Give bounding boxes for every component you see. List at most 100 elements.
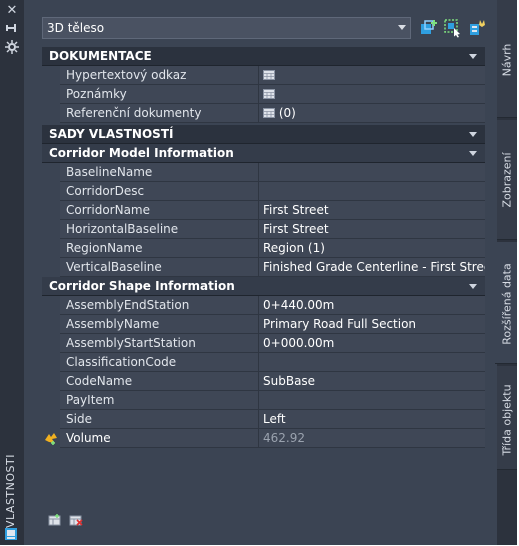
calculated-property-icon bbox=[45, 433, 57, 445]
tab-trida-objektu[interactable]: Třída objektu bbox=[497, 366, 517, 470]
property-name: Side bbox=[60, 410, 259, 428]
property-name: CorridorName bbox=[60, 201, 259, 219]
property-name: VerticalBaseline bbox=[60, 258, 259, 276]
properties-palette: ✕ VLASTNOSTI 3D těleso DOKUMENTACE Hyper… bbox=[0, 0, 517, 545]
property-name: BaselineName bbox=[60, 163, 259, 181]
section-title: Corridor Model Information bbox=[49, 146, 234, 160]
row-gutter bbox=[42, 239, 60, 258]
table-icon[interactable] bbox=[263, 69, 275, 80]
properties-grid: DOKUMENTACE Hypertextový odkaz Poznámky bbox=[42, 47, 485, 448]
property-value[interactable]: First Street bbox=[260, 201, 485, 219]
property-row[interactable]: AssemblyEndStation 0+440.00m bbox=[42, 296, 485, 315]
object-type-dropdown[interactable]: 3D těleso bbox=[42, 17, 411, 39]
chevron-down-icon[interactable] bbox=[469, 284, 477, 289]
property-value[interactable]: SubBase bbox=[260, 372, 485, 390]
property-value[interactable]: Left bbox=[260, 410, 485, 428]
row-gutter bbox=[42, 334, 60, 353]
section-dokumentace[interactable]: DOKUMENTACE bbox=[42, 47, 485, 66]
property-value[interactable] bbox=[260, 66, 485, 84]
autohide-icon[interactable] bbox=[4, 22, 20, 36]
chevron-down-icon[interactable] bbox=[469, 54, 477, 59]
quick-select-button[interactable] bbox=[467, 18, 487, 38]
property-value[interactable]: (0) bbox=[260, 104, 485, 122]
close-icon[interactable]: ✕ bbox=[4, 4, 20, 18]
palette-vertical-title: VLASTNOSTI bbox=[4, 454, 17, 528]
section-title: DOKUMENTACE bbox=[49, 49, 152, 63]
section-sady-vlastnosti[interactable]: SADY VLASTNOSTÍ bbox=[42, 125, 485, 144]
property-name: Referenční dokumenty bbox=[60, 104, 259, 122]
property-value[interactable]: First Street bbox=[260, 220, 485, 238]
property-value[interactable] bbox=[260, 163, 485, 181]
section-title: Corridor Shape Information bbox=[49, 279, 235, 293]
palette-title-bar[interactable]: ✕ VLASTNOSTI bbox=[0, 0, 24, 545]
property-row[interactable]: AssemblyName Primary Road Full Section bbox=[42, 315, 485, 334]
row-gutter bbox=[42, 182, 60, 201]
select-objects-button[interactable] bbox=[443, 18, 463, 38]
row-gutter bbox=[42, 410, 60, 429]
tab-label: Návrh bbox=[500, 43, 514, 77]
row-gutter bbox=[42, 220, 60, 239]
palette-tabs: Návrh Zobrazení Rozšířená data Třída obj… bbox=[495, 0, 517, 545]
property-name: Hypertextový odkaz bbox=[60, 66, 259, 84]
property-row[interactable]: CorridorDesc bbox=[42, 182, 485, 201]
table-icon[interactable] bbox=[263, 107, 275, 118]
row-gutter bbox=[42, 353, 60, 372]
property-name: RegionName bbox=[60, 239, 259, 257]
tab-zobrazeni[interactable]: Zobrazení bbox=[497, 120, 517, 240]
tab-navrh[interactable]: Návrh bbox=[497, 0, 517, 118]
property-row[interactable]: RegionName Region (1) bbox=[42, 239, 485, 258]
property-row[interactable]: PayItem bbox=[42, 391, 485, 410]
reference-count: (0) bbox=[278, 106, 296, 120]
property-row[interactable]: Hypertextový odkaz bbox=[42, 66, 485, 85]
property-value[interactable] bbox=[260, 85, 485, 103]
property-name: PayItem bbox=[60, 391, 259, 409]
property-row[interactable]: CodeName SubBase bbox=[42, 372, 485, 391]
row-gutter bbox=[42, 66, 60, 85]
property-row[interactable]: Side Left bbox=[42, 410, 485, 429]
chevron-down-icon bbox=[398, 25, 406, 30]
property-row[interactable]: HorizontalBaseline First Street bbox=[42, 220, 485, 239]
tab-label: Zobrazení bbox=[500, 152, 514, 208]
chevron-down-icon[interactable] bbox=[469, 132, 477, 137]
section-title: SADY VLASTNOSTÍ bbox=[49, 127, 174, 141]
chevron-down-icon[interactable] bbox=[469, 151, 477, 156]
property-row[interactable]: AssemblyStartStation 0+000.00m bbox=[42, 334, 485, 353]
property-value[interactable] bbox=[260, 391, 485, 409]
property-value[interactable]: Finished Grade Centerline - First Street bbox=[260, 258, 485, 276]
toggle-pickadd-button[interactable] bbox=[419, 18, 439, 38]
property-value[interactable]: 0+440.00m bbox=[260, 296, 485, 314]
property-value[interactable] bbox=[260, 353, 485, 371]
properties-menu-icon[interactable] bbox=[4, 40, 20, 54]
tab-rozsirena-data[interactable]: Rozšířená data bbox=[495, 242, 517, 364]
property-name: HorizontalBaseline bbox=[60, 220, 259, 238]
row-gutter bbox=[42, 258, 60, 277]
property-value[interactable] bbox=[260, 182, 485, 200]
section-corridor-model[interactable]: Corridor Model Information bbox=[42, 144, 485, 163]
row-gutter bbox=[42, 391, 60, 410]
property-value[interactable]: Primary Road Full Section bbox=[260, 315, 485, 333]
object-type-value: 3D těleso bbox=[47, 21, 105, 35]
section-corridor-shape[interactable]: Corridor Shape Information bbox=[42, 277, 485, 296]
property-value[interactable]: 0+000.00m bbox=[260, 334, 485, 352]
property-row[interactable]: ClassificationCode bbox=[42, 353, 485, 372]
row-gutter bbox=[42, 201, 60, 220]
property-row[interactable]: CorridorName First Street bbox=[42, 201, 485, 220]
property-row-volume[interactable]: Volume 462.92 bbox=[42, 429, 485, 448]
property-name: AssemblyName bbox=[60, 315, 259, 333]
property-row[interactable]: Referenční dokumenty (0) bbox=[42, 104, 485, 123]
row-gutter bbox=[42, 104, 60, 123]
row-gutter bbox=[42, 163, 60, 182]
table-view-icon[interactable] bbox=[48, 514, 62, 529]
table-icon[interactable] bbox=[263, 88, 275, 99]
row-gutter bbox=[42, 85, 60, 104]
property-value[interactable]: Region (1) bbox=[260, 239, 485, 257]
property-row[interactable]: BaselineName bbox=[42, 163, 485, 182]
property-row[interactable]: VerticalBaseline Finished Grade Centerlin… bbox=[42, 258, 485, 277]
palette-icon bbox=[4, 527, 18, 541]
delete-property-set-icon[interactable] bbox=[69, 514, 83, 529]
property-name: Volume bbox=[60, 429, 259, 447]
property-name: Poznámky bbox=[60, 85, 259, 103]
property-name: CorridorDesc bbox=[60, 182, 259, 200]
property-name: AssemblyEndStation bbox=[60, 296, 259, 314]
property-row[interactable]: Poznámky bbox=[42, 85, 485, 104]
